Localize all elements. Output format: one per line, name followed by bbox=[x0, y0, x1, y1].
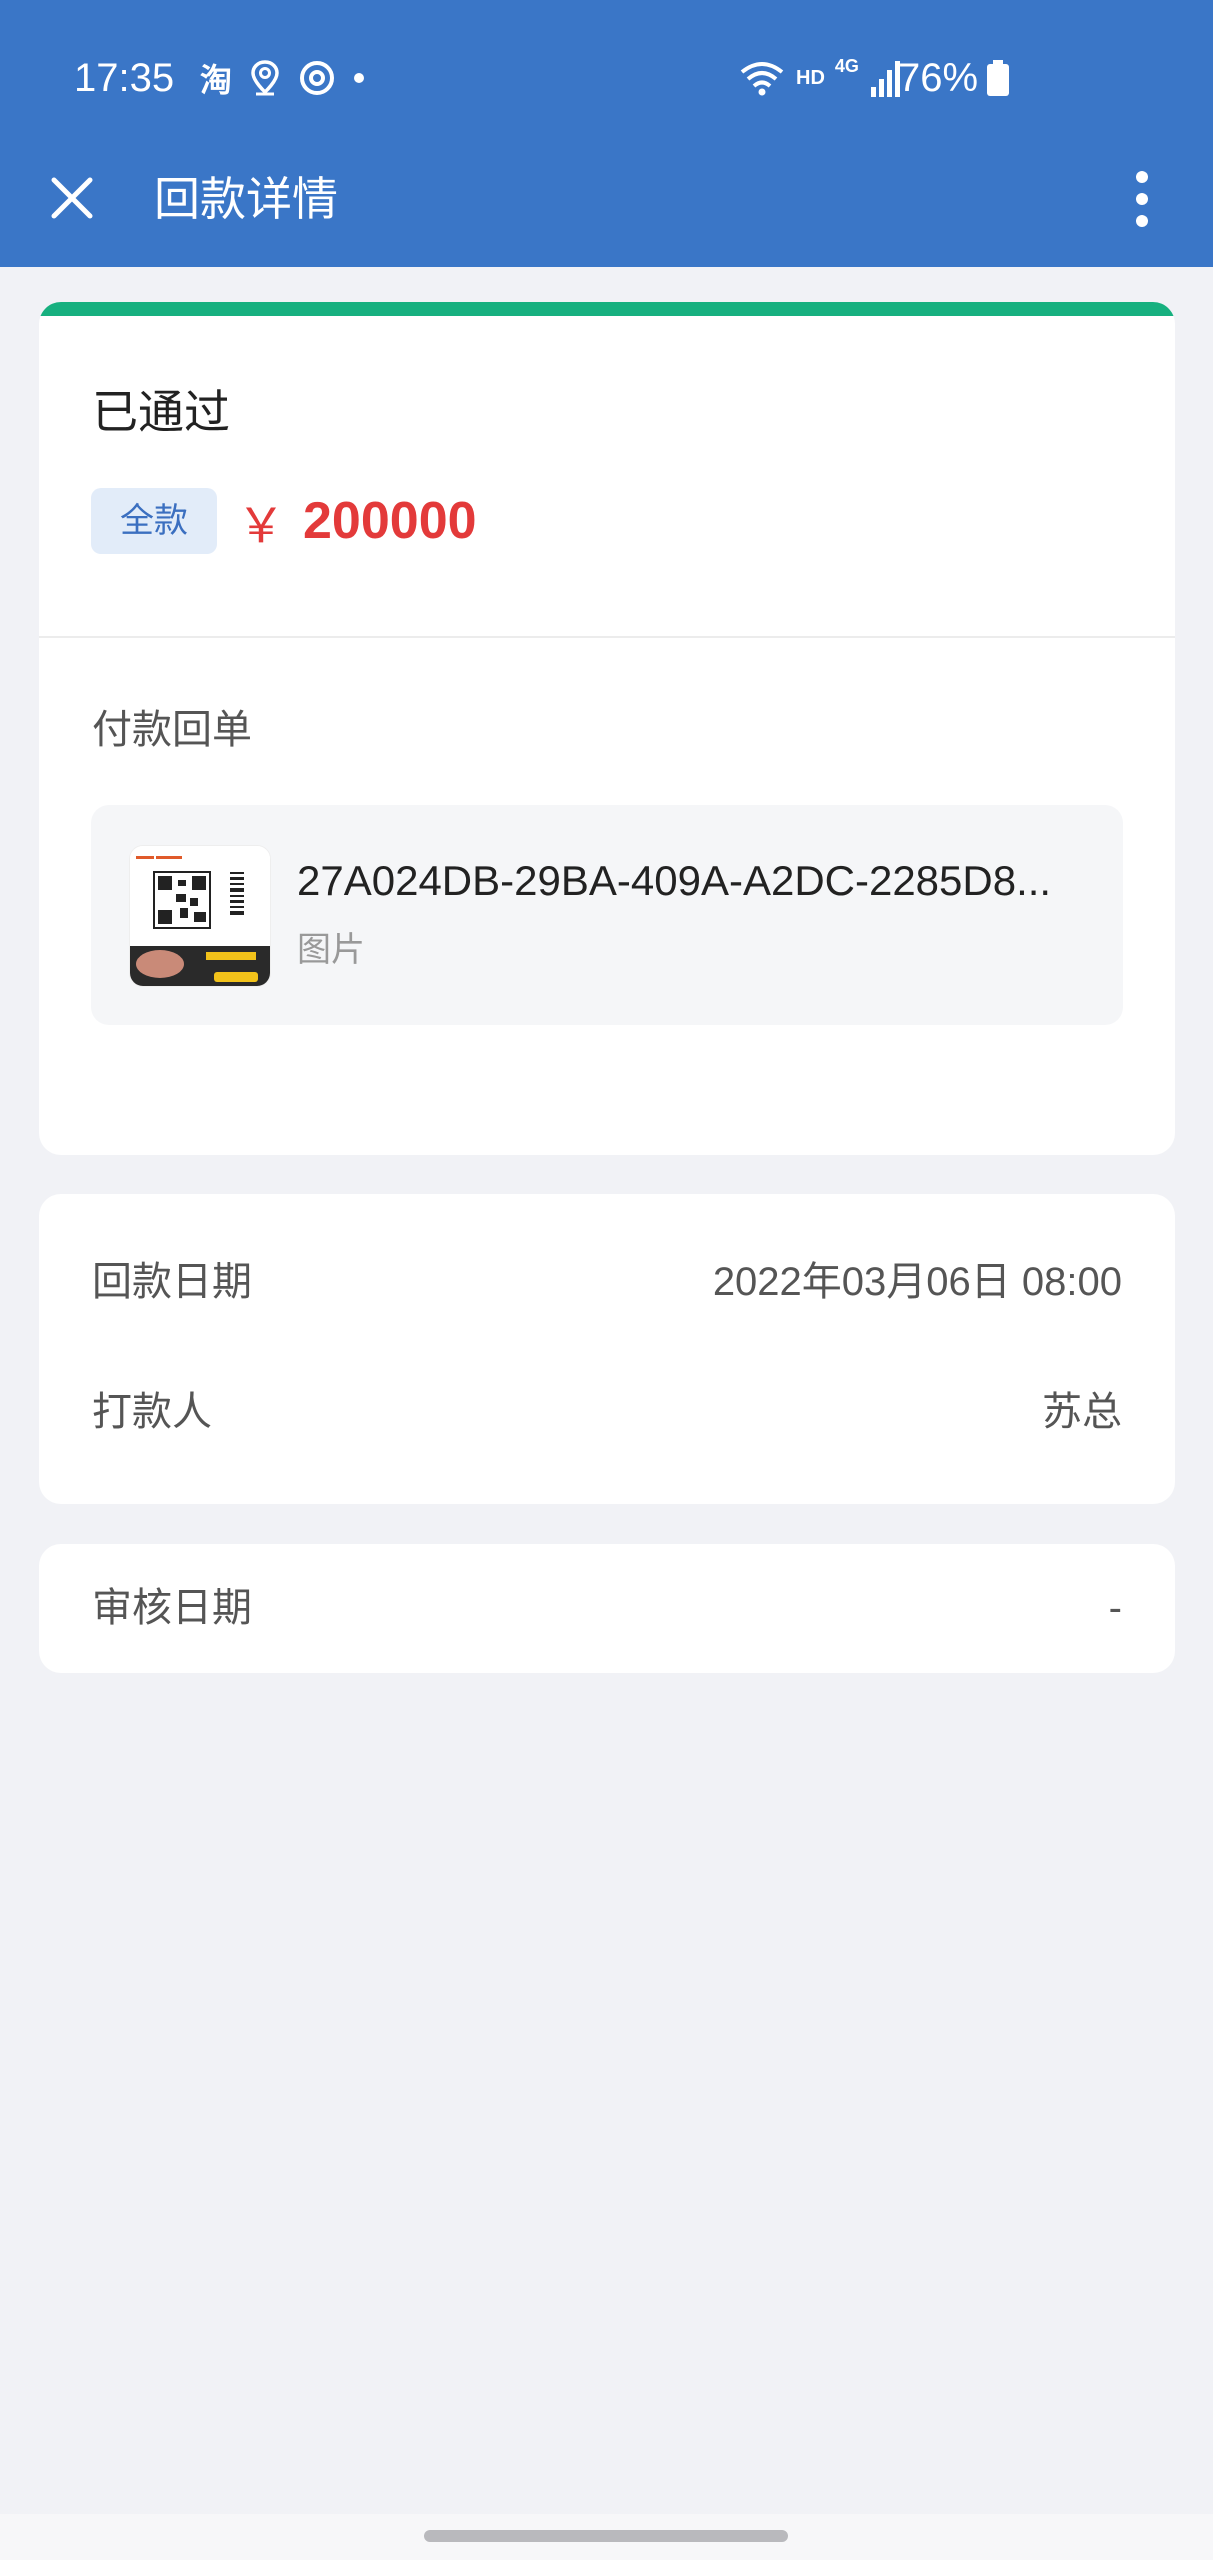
hd-label: HD bbox=[796, 66, 825, 89]
status-bar: 17:35 淘 HD 4G 76% bbox=[0, 0, 1213, 150]
taobao-icon: 淘 bbox=[200, 61, 233, 99]
payer-value: 苏总 bbox=[1042, 1390, 1122, 1434]
review-date-label: 审核日期 bbox=[92, 1585, 252, 1631]
review-date-row: 审核日期 - bbox=[92, 1578, 1122, 1638]
network-label: 4G bbox=[834, 55, 859, 76]
receipt-section-label: 付款回单 bbox=[92, 707, 252, 753]
receipt-image-icon bbox=[130, 846, 270, 986]
payer-label: 打款人 bbox=[92, 1389, 212, 1435]
payment-details-card: 回款日期 2022年03月06日 08:00 打款人 苏总 bbox=[39, 1194, 1175, 1504]
battery-icon bbox=[987, 60, 1009, 96]
payer-row: 打款人 苏总 bbox=[92, 1382, 1122, 1442]
dot-icon bbox=[354, 73, 365, 83]
close-button[interactable] bbox=[40, 166, 104, 230]
page-title: 回款详情 bbox=[154, 172, 338, 226]
payment-date-value: 2022年03月06日 08:00 bbox=[712, 1260, 1122, 1304]
wifi-icon bbox=[740, 62, 784, 96]
more-options-button[interactable] bbox=[1118, 164, 1166, 234]
close-icon bbox=[51, 177, 93, 219]
attachment-filename: 27A024DB-29BA-409A-A2DC-2285D8... bbox=[297, 857, 1052, 904]
more-vertical-icon bbox=[1136, 171, 1148, 227]
attachment-type: 图片 bbox=[297, 930, 365, 970]
notification-icons: 淘 bbox=[200, 56, 365, 100]
payment-date-label: 回款日期 bbox=[92, 1259, 252, 1305]
location-icon bbox=[251, 60, 279, 96]
receipt-attachment[interactable]: 27A024DB-29BA-409A-A2DC-2285D8... 图片 bbox=[91, 805, 1123, 1025]
receipt-thumbnail[interactable] bbox=[129, 845, 271, 987]
amount-value: 200000 bbox=[303, 492, 477, 550]
approval-status: 已通过 bbox=[92, 385, 230, 439]
payment-summary-card: 已通过 全款 ￥ 200000 付款回单 27A024DB-29BA-409A-… bbox=[39, 302, 1175, 1155]
navigation-bar: 回款详情 bbox=[0, 150, 1213, 267]
status-time: 17:35 bbox=[74, 56, 175, 100]
status-accent-bar bbox=[39, 302, 1175, 316]
divider bbox=[39, 636, 1175, 638]
app-header: 17:35 淘 HD 4G 76% 回款详情 bbox=[0, 0, 1213, 267]
review-date-value: - bbox=[1108, 1586, 1122, 1630]
review-card: 审核日期 - bbox=[39, 1544, 1175, 1673]
battery-percentage: 76% bbox=[898, 56, 979, 100]
system-icons: HD 4G bbox=[738, 52, 903, 104]
sync-app-icon bbox=[300, 61, 335, 95]
currency-symbol: ￥ bbox=[237, 500, 286, 553]
payment-type-tag: 全款 bbox=[91, 488, 217, 554]
home-indicator[interactable] bbox=[424, 2530, 788, 2542]
payment-amount: ￥ 200000 bbox=[237, 488, 477, 554]
payment-date-row: 回款日期 2022年03月06日 08:00 bbox=[92, 1252, 1122, 1312]
